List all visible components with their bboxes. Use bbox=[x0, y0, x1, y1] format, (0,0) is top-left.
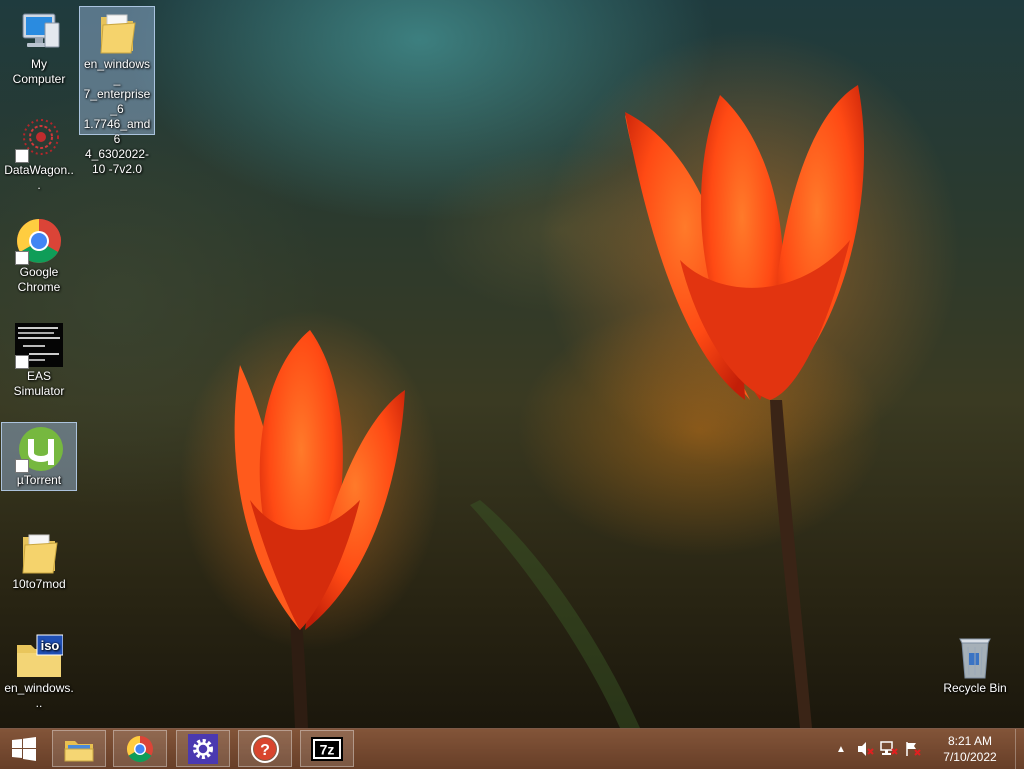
network-disconnected-icon[interactable] bbox=[877, 729, 901, 769]
file-explorer-icon bbox=[64, 740, 94, 761]
action-center-flag-icon[interactable] bbox=[901, 729, 925, 769]
svg-text:?: ? bbox=[260, 742, 270, 759]
iso-file-icon: iso bbox=[15, 633, 63, 681]
shortcut-arrow-icon bbox=[15, 149, 29, 163]
svg-text:7z: 7z bbox=[320, 741, 335, 757]
shortcut-arrow-icon bbox=[15, 251, 29, 265]
desktop-icon-label: Google Chrome bbox=[17, 265, 61, 294]
desktop-icon-iso-file[interactable]: iso en_windows... bbox=[1, 630, 77, 714]
help-icon: ? bbox=[251, 734, 279, 763]
desktop-icon-iso-folder[interactable]: en_windows_ 7_enterprise_6 1.7746_amd6 4… bbox=[79, 6, 155, 176]
tray-overflow-chevron-icon[interactable]: ▲ bbox=[829, 729, 853, 769]
clock-time: 8:21 AM bbox=[947, 734, 993, 748]
windows-logo-icon bbox=[12, 737, 36, 761]
taskbar-file-explorer-button[interactable] bbox=[52, 730, 106, 767]
taskbar: ? 7z ▲ 8:21 AM 7/10/2022 bbox=[0, 728, 1024, 769]
desktop-icon-label: EAS Simulator bbox=[13, 369, 65, 398]
shortcut-arrow-icon bbox=[15, 459, 29, 473]
start-button[interactable] bbox=[0, 729, 48, 769]
desktop-icon-label: µTorrent bbox=[16, 473, 62, 487]
desktop-icon-10to7mod[interactable]: 10to7mod bbox=[1, 526, 77, 595]
desktop-icon-label: Recycle Bin bbox=[943, 681, 1007, 695]
show-desktop-button[interactable] bbox=[1015, 729, 1024, 769]
volume-muted-icon[interactable] bbox=[853, 729, 877, 769]
gear-icon bbox=[188, 733, 218, 764]
desktop-icon-datawagon[interactable]: DataWagon... bbox=[1, 112, 77, 196]
system-tray: ▲ 8:21 AM 7/10/2022 bbox=[829, 729, 1024, 769]
desktop-icon-recycle-bin[interactable]: Recycle Bin bbox=[937, 630, 1013, 699]
desktop-icon-label: My Computer bbox=[12, 57, 66, 86]
shortcut-arrow-icon bbox=[15, 355, 29, 369]
desktop-icon-utorrent[interactable]: µTorrent bbox=[1, 422, 77, 491]
datawagon-icon bbox=[15, 115, 63, 163]
desktop-icon-eas-simulator[interactable]: EAS Simulator bbox=[1, 318, 77, 402]
eas-simulator-icon bbox=[15, 321, 63, 369]
clock-date: 7/10/2022 bbox=[943, 750, 997, 764]
desktop[interactable]: My Computer en_windows_ 7_enterprise_6 1… bbox=[0, 0, 1024, 728]
7zip-icon: 7z bbox=[311, 736, 343, 761]
taskbar-chrome-button[interactable] bbox=[113, 730, 167, 767]
chrome-icon bbox=[126, 735, 153, 762]
desktop-icon-my-computer[interactable]: My Computer bbox=[1, 6, 77, 90]
folder-icon bbox=[93, 9, 141, 57]
computer-icon bbox=[15, 9, 63, 57]
recycle-bin-icon bbox=[951, 633, 999, 681]
svg-text:iso: iso bbox=[41, 638, 60, 653]
desktop-icon-label: en_windows_ 7_enterprise_6 1.7746_amd6 4… bbox=[83, 57, 151, 176]
folder-icon bbox=[15, 529, 63, 577]
desktop-icon-label: en_windows... bbox=[4, 681, 74, 710]
utorrent-icon bbox=[15, 425, 63, 473]
desktop-icon-google-chrome[interactable]: Google Chrome bbox=[1, 214, 77, 298]
desktop-icon-label: DataWagon... bbox=[4, 163, 74, 192]
taskbar-7zip-button[interactable]: 7z bbox=[300, 730, 354, 767]
desktop-icon-label: 10to7mod bbox=[12, 577, 66, 591]
taskbar-settings-button[interactable] bbox=[176, 730, 230, 767]
taskbar-clock[interactable]: 8:21 AM 7/10/2022 bbox=[925, 733, 1015, 765]
chrome-icon bbox=[15, 217, 63, 265]
taskbar-help-button[interactable]: ? bbox=[238, 730, 292, 767]
